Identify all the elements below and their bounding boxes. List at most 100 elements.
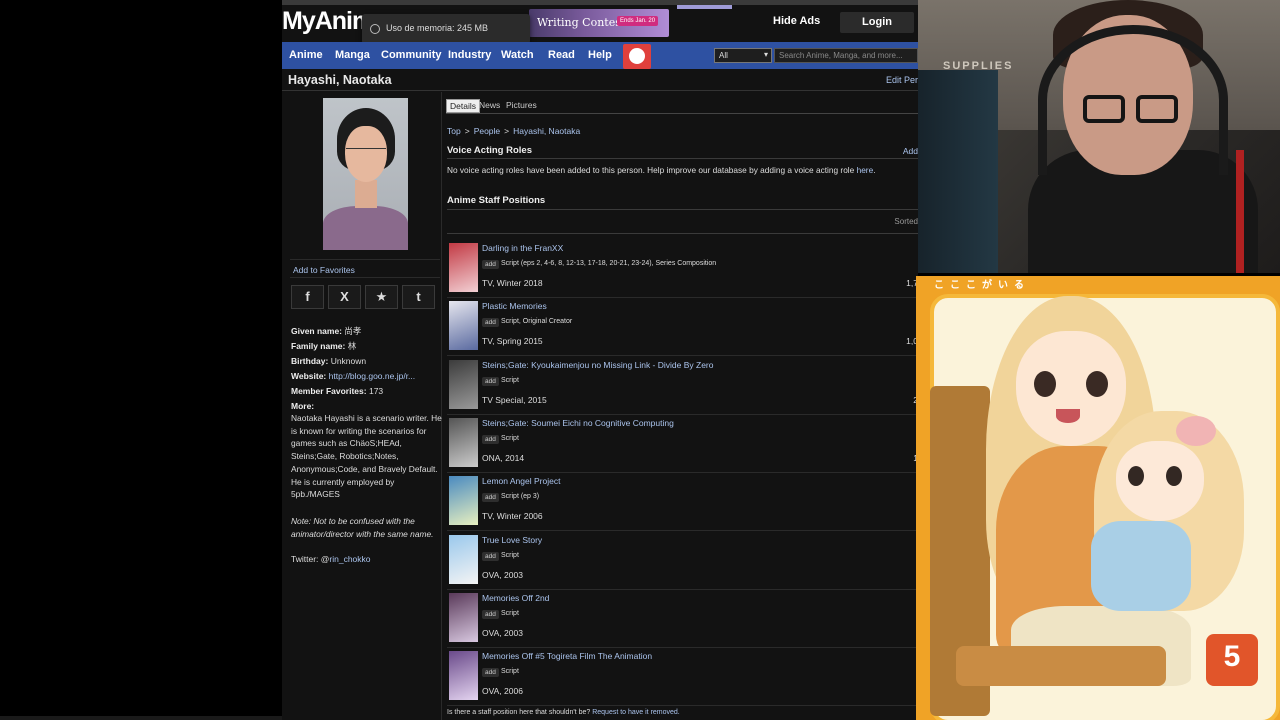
staff-row: Plastic Memories add Script, Original Crea… xyxy=(447,298,918,357)
anime-type-season: OVA, 2003 xyxy=(482,569,523,580)
twitter-line: Twitter: @rin_chokko xyxy=(291,554,371,564)
nav-help[interactable]: Help xyxy=(588,49,612,61)
person-info: Given name: 尚孝 Family name: 林 Birthday: … xyxy=(291,324,443,414)
staff-row: Darling in the FranXX add Script (eps 2, 4… xyxy=(447,240,918,298)
breadcrumb-people[interactable]: People xyxy=(474,126,500,136)
birthday-label: Birthday: xyxy=(291,356,329,366)
mascot-icon[interactable] xyxy=(623,44,651,69)
anime-type-season: TV Special, 2015 xyxy=(482,394,547,405)
search-input[interactable]: Search Anime, Manga, and more... xyxy=(774,48,918,63)
hide-ads-link[interactable]: Hide Ads xyxy=(773,15,820,27)
birthday: Unknown xyxy=(330,356,367,366)
given-name-label: Given name: xyxy=(291,326,343,336)
anime-title-link[interactable]: Darling in the FranXX xyxy=(482,243,563,253)
staff-role: Script, Original Creator xyxy=(501,318,573,326)
tab-details[interactable]: Details xyxy=(446,99,480,113)
add-to-list-button[interactable]: add xyxy=(482,376,499,386)
divider xyxy=(290,259,440,260)
add-to-list-button[interactable]: add xyxy=(482,668,499,678)
add-to-favorites-link[interactable]: Add to Favorites xyxy=(293,265,355,275)
staff-row: Steins;Gate: Soumei Eichi no Cognitive C… xyxy=(447,415,918,473)
add-to-list-button[interactable]: add xyxy=(482,260,499,269)
sort-label[interactable]: Sorted xyxy=(894,217,918,226)
share-buttons: f X ★ t xyxy=(291,285,441,309)
anime-type-season: TV, Spring 2015 xyxy=(482,336,543,347)
ad-badge: Ends Jan. 20 xyxy=(617,16,659,26)
anime-type-season: OVA, 2006 xyxy=(482,686,523,697)
add-to-list-button[interactable]: add xyxy=(482,551,499,561)
staff-row: Lemon Angel Project add Script (ep 3) TV, W… xyxy=(447,473,918,532)
family-name: 林 xyxy=(347,341,357,351)
twitter-link[interactable]: rin_chokko xyxy=(329,554,370,564)
search-type-select[interactable]: All ▾ xyxy=(714,48,772,63)
anime-thumbnail[interactable] xyxy=(449,651,478,701)
voice-empty-message: No voice acting roles have been added to… xyxy=(447,165,857,175)
website-label: Website: xyxy=(291,371,327,381)
anime-thumbnail[interactable] xyxy=(449,592,478,642)
site-logo[interactable]: MyAnim xyxy=(282,7,374,36)
person-sidebar: Add to Favorites f X ★ t Given name: 尚孝 … xyxy=(282,92,442,720)
add-to-list-button[interactable]: add xyxy=(482,609,499,619)
anime-title-link[interactable]: Memories Off #5 Togireta Film The Animat… xyxy=(482,651,652,661)
anime-artwork: こここがいる 5 xyxy=(916,276,1280,720)
anime-thumbnail[interactable] xyxy=(449,534,478,584)
nav-anime[interactable]: Anime xyxy=(289,49,323,61)
biography-text: Naotaka Hayashi is a scenario writer. He… xyxy=(291,413,442,500)
breadcrumb-person[interactable]: Hayashi, Naotaka xyxy=(513,126,580,136)
person-photo xyxy=(323,98,408,250)
nav-manga[interactable]: Manga xyxy=(335,49,370,61)
divider xyxy=(447,158,918,159)
anime-title-link[interactable]: Lemon Angel Project xyxy=(482,476,560,486)
x-share-icon[interactable]: X xyxy=(328,285,361,309)
add-to-list-button[interactable]: add xyxy=(482,493,499,503)
divider xyxy=(447,209,918,210)
anime-thumbnail[interactable] xyxy=(449,301,478,351)
artwork-title-text: こここがいる xyxy=(916,276,1280,291)
anime-thumbnail[interactable] xyxy=(449,476,478,526)
nav-watch[interactable]: Watch xyxy=(501,49,534,61)
edit-person-link[interactable]: Edit Per xyxy=(886,75,918,85)
banner-tab xyxy=(677,5,732,9)
nav-community[interactable]: Community xyxy=(381,49,442,61)
staff-footer-note: Is there a staff position here that shou… xyxy=(447,709,680,716)
page-title: Hayashi, Naotaka xyxy=(288,73,392,87)
reddit-share-icon[interactable]: ★ xyxy=(365,285,398,309)
anime-type-season: OVA, 2003 xyxy=(482,627,523,638)
divider xyxy=(446,113,918,114)
staff-role: Script xyxy=(501,434,519,442)
add-to-list-button[interactable]: add xyxy=(482,318,499,328)
tab-pictures[interactable]: Pictures xyxy=(503,99,540,113)
anime-title-link[interactable]: True Love Story xyxy=(482,535,542,545)
facebook-share-icon[interactable]: f xyxy=(291,285,324,309)
request-removal-link[interactable]: Request to have it removed. xyxy=(592,709,680,716)
nav-read[interactable]: Read xyxy=(548,49,575,61)
divider xyxy=(447,233,918,234)
staff-role: Script xyxy=(501,609,519,617)
tab-news[interactable]: News xyxy=(476,99,503,113)
voice-here-link[interactable]: here xyxy=(857,165,874,175)
anime-title-link[interactable]: Steins;Gate: Soumei Eichi no Cognitive C… xyxy=(482,418,674,428)
breadcrumb-top[interactable]: Top xyxy=(447,126,461,136)
webcam-feed: SUPPLIES xyxy=(918,0,1280,273)
twitter-label: Twitter: @ xyxy=(291,554,330,564)
voice-acting-heading: Voice Acting Roles xyxy=(447,145,532,156)
anime-title-link[interactable]: Plastic Memories xyxy=(482,301,547,311)
add-voice-role-link[interactable]: Add xyxy=(903,146,918,156)
website-link[interactable]: http://blog.goo.ne.jp/r... xyxy=(329,371,415,381)
given-name: 尚孝 xyxy=(344,326,362,336)
anime-thumbnail[interactable] xyxy=(449,359,478,409)
add-to-list-button[interactable]: add xyxy=(482,434,499,444)
nav-industry[interactable]: Industry xyxy=(448,49,491,61)
anime-thumbnail[interactable] xyxy=(449,417,478,467)
anime-thumbnail[interactable] xyxy=(449,243,478,292)
staff-row: True Love Story add Script OVA, 2003 xyxy=(447,532,918,590)
member-favorites-label: Member Favorites: xyxy=(291,386,367,396)
login-button[interactable]: Login xyxy=(840,12,914,33)
banner-ad[interactable]: Writing Contest Ends Jan. 20 xyxy=(529,9,669,37)
page-title-bar: Hayashi, Naotaka Edit Per xyxy=(282,69,918,91)
headset-icon xyxy=(1038,25,1228,175)
tumblr-share-icon[interactable]: t xyxy=(402,285,435,309)
anime-title-link[interactable]: Memories Off 2nd xyxy=(482,593,549,603)
anime-type-season: TV, Winter 2006 xyxy=(482,511,543,522)
anime-title-link[interactable]: Steins;Gate: Kyoukaimenjou no Missing Li… xyxy=(482,360,714,370)
